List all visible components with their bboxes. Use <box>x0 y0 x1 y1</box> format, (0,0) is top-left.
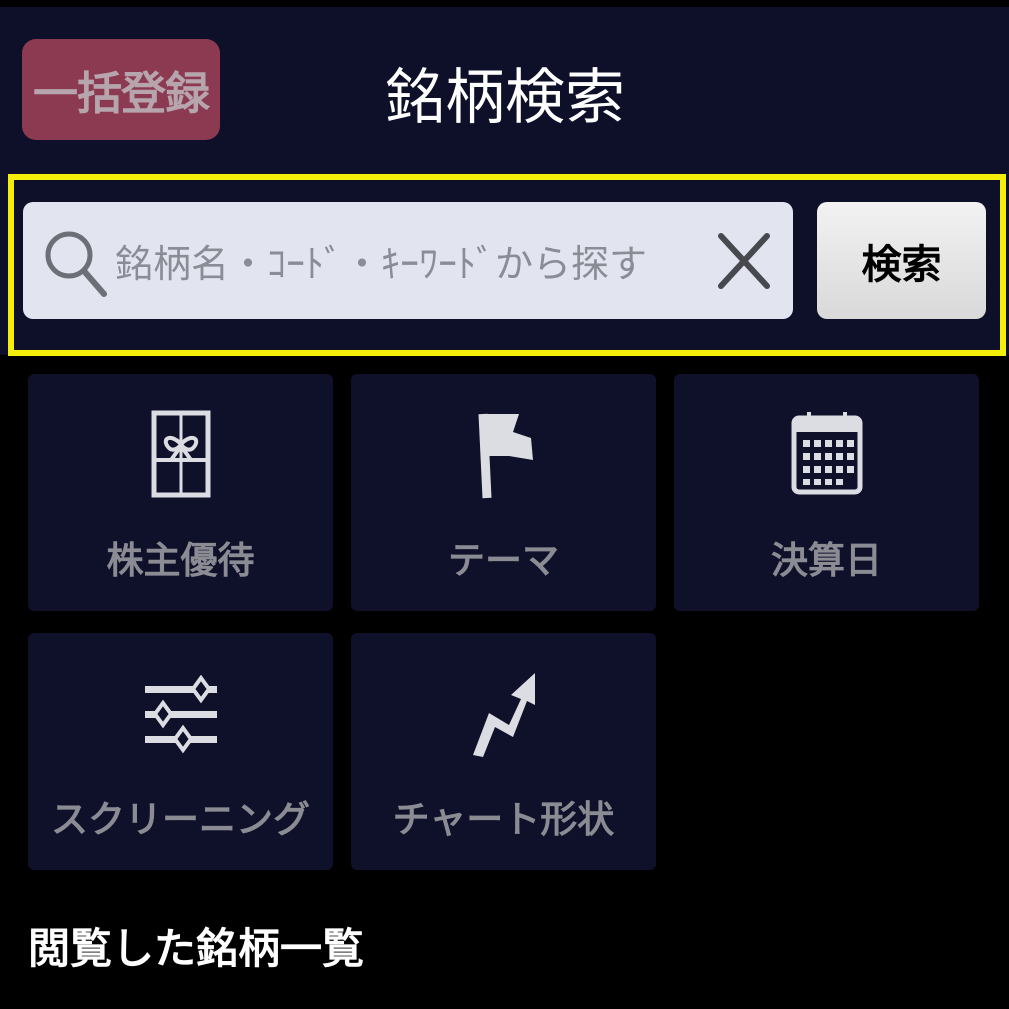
history-section-title: 閲覧した銘柄一覧 <box>28 923 365 973</box>
page-title: 銘柄検索 <box>385 62 625 133</box>
search-highlight-frame <box>8 174 1006 356</box>
category-label: チャート形状 <box>392 798 615 841</box>
trend-arrow-icon <box>472 673 535 757</box>
top-strip <box>0 0 1009 7</box>
bulk-register-button[interactable]: 一括登録 <box>22 39 220 140</box>
calendar-icon <box>791 412 862 495</box>
category-tile-theme[interactable]: テーマ <box>351 374 656 611</box>
sliders-icon <box>144 675 217 754</box>
category-label: 株主優待 <box>106 539 255 582</box>
category-tile-earnings-date[interactable]: 決算日 <box>674 374 979 611</box>
app-header: 一括登録 銘柄検索 <box>0 7 1009 173</box>
category-label: スクリーニング <box>51 798 310 841</box>
category-tile-shareholder-benefits[interactable]: 株主優待 <box>28 374 333 611</box>
flag-icon <box>478 413 533 499</box>
gift-icon <box>151 410 210 498</box>
category-tile-chart-shape[interactable]: チャート形状 <box>351 633 656 870</box>
category-tile-screening[interactable]: スクリーニング <box>28 633 333 870</box>
category-label: テーマ <box>448 539 559 582</box>
category-label: 決算日 <box>771 539 882 582</box>
